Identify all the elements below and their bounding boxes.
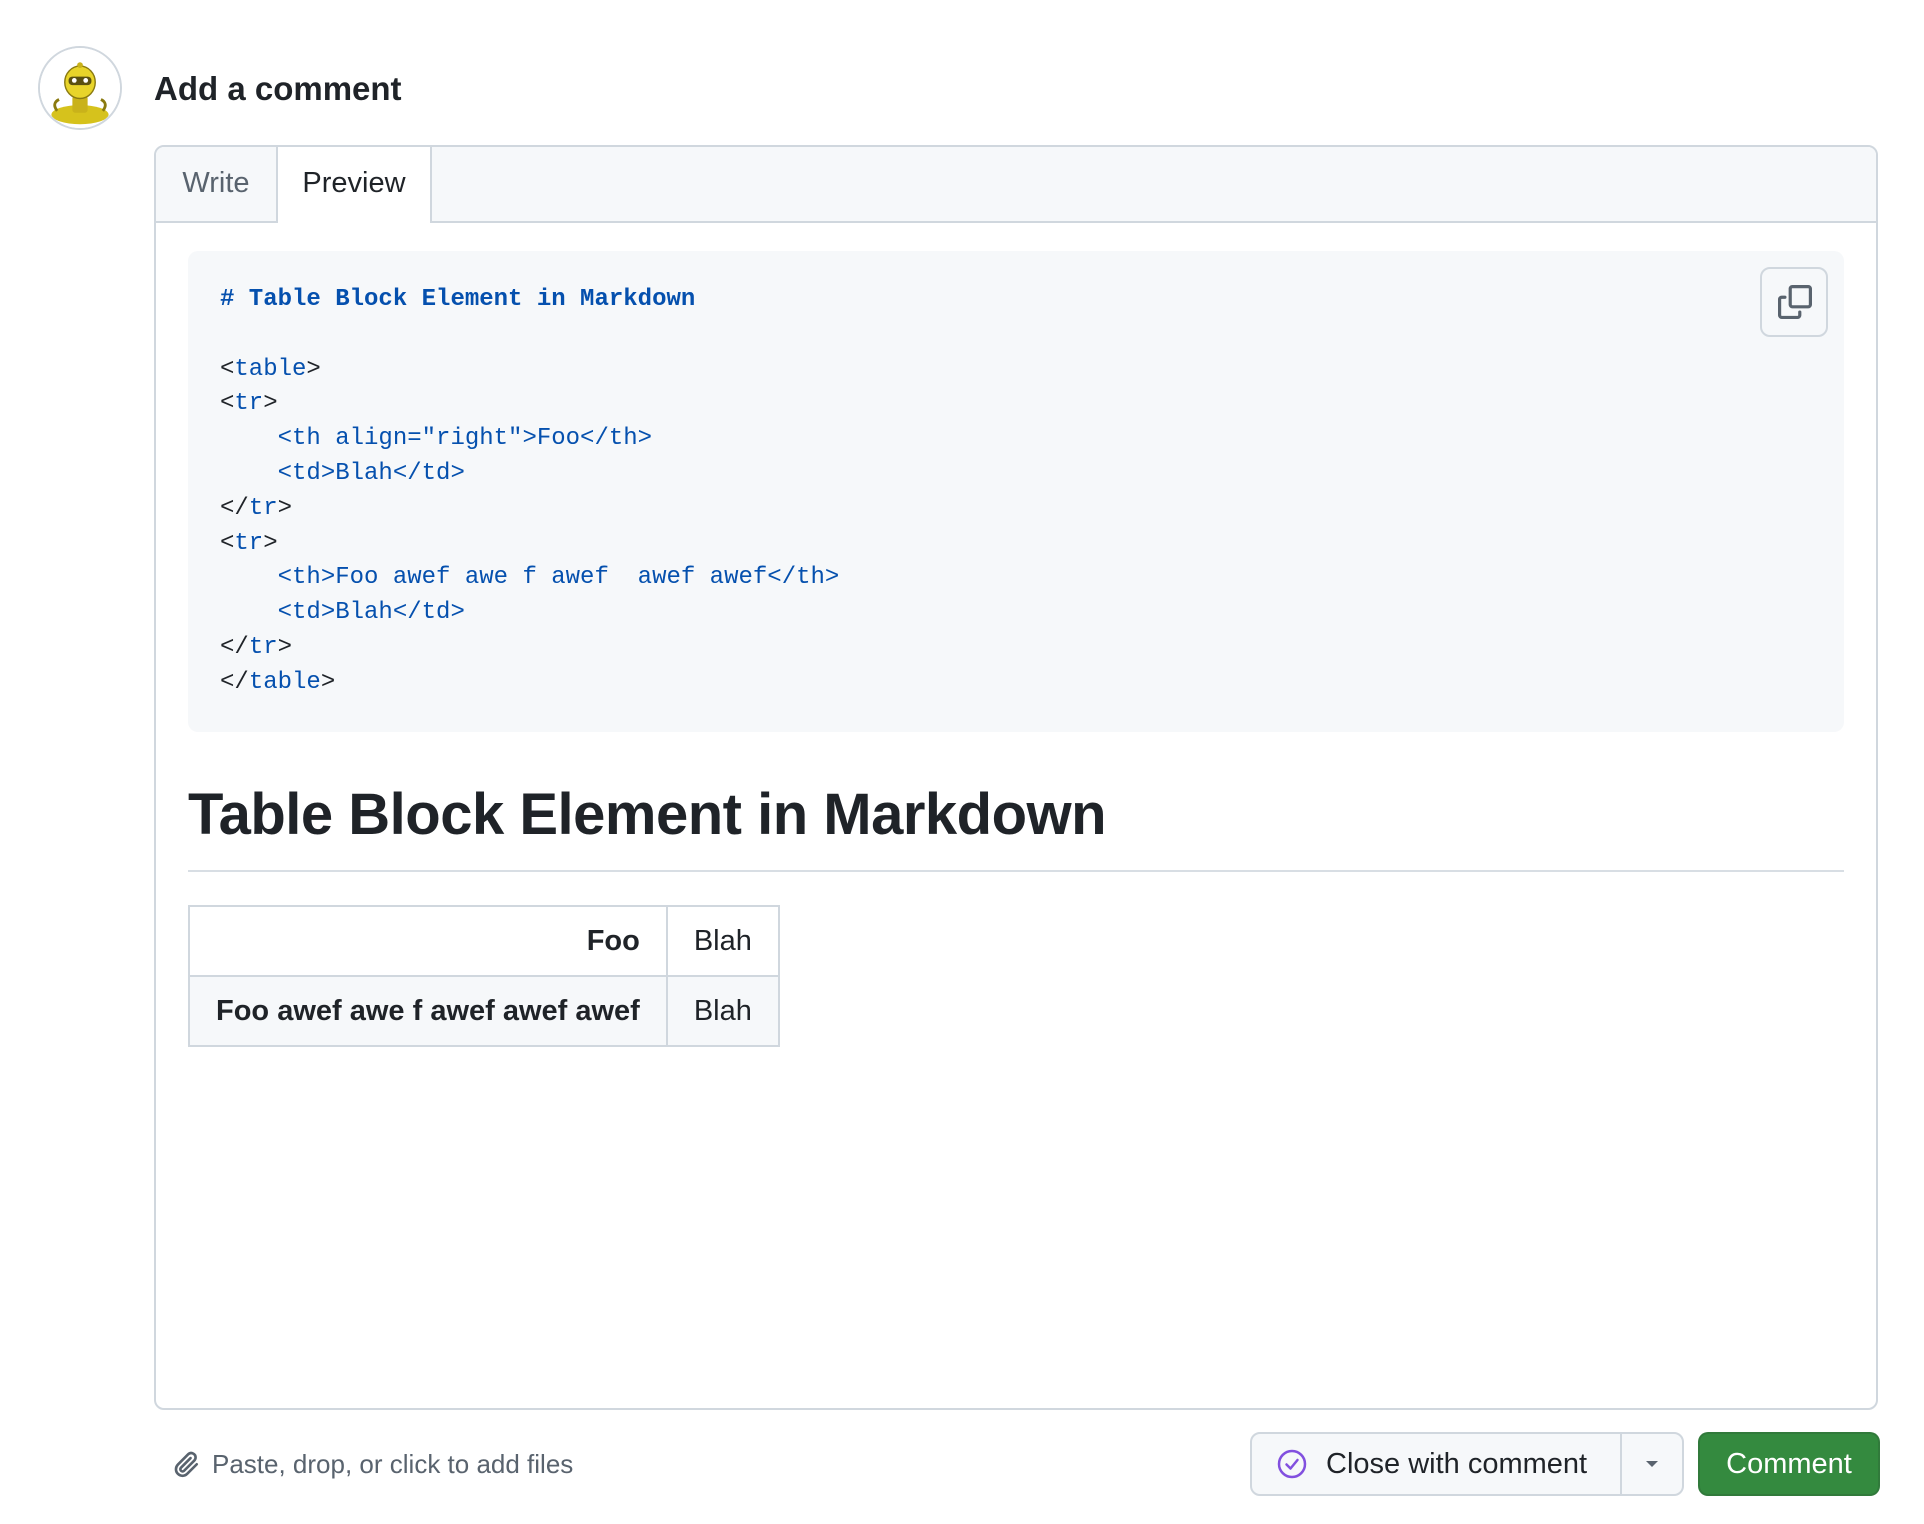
code-line: <td>Blah</td>: [220, 459, 465, 487]
check-circle-icon: [1277, 1449, 1307, 1479]
code-tag: table: [248, 668, 321, 696]
code-punct: <: [220, 390, 235, 418]
code-line: <td>Blah</td>: [220, 599, 465, 627]
copy-code-button[interactable]: [1760, 267, 1828, 337]
code-punct: >: [277, 494, 293, 522]
code-content: # Table Block Element in Markdown <table>…: [220, 283, 839, 701]
tab-preview[interactable]: Preview: [278, 147, 432, 223]
code-line: # Table Block Element in Markdown: [220, 286, 696, 313]
preview-heading: Table Block Element in Markdown: [188, 782, 1107, 847]
code-block: # Table Block Element in Markdown <table>…: [188, 251, 1844, 732]
code-punct: </: [220, 494, 249, 522]
heading-divider: [188, 870, 1844, 872]
attach-files-label: Paste, drop, or click to add files: [212, 1449, 574, 1479]
code-line: <th>Foo awef awe f awef awef awef</th>: [220, 564, 840, 592]
table-header-cell: Foo: [188, 905, 668, 977]
preview-table: Foo Blah Foo awef awe f awef awef awef B…: [188, 905, 780, 1047]
triangle-down-icon: [1646, 1461, 1658, 1467]
robot-avatar-icon: [40, 48, 120, 128]
copy-icon: [1778, 285, 1812, 319]
code-line: <tr>: [220, 527, 839, 562]
code-line: </table>: [220, 666, 839, 701]
tab-write[interactable]: Write: [156, 147, 278, 221]
code-tag: tr: [248, 633, 278, 661]
code-punct: </: [220, 668, 249, 696]
code-line: </tr>: [220, 492, 839, 527]
table-cell: Blah: [665, 975, 780, 1047]
editor-tabbar: Write Preview: [156, 147, 1876, 223]
table-header-cell: Foo awef awe f awef awef awef: [188, 975, 668, 1047]
code-tag: tr: [234, 390, 264, 418]
comment-editor: Write Preview # Table Block Element in M…: [154, 145, 1878, 1410]
table-cell: Blah: [665, 905, 780, 977]
avatar[interactable]: [38, 46, 122, 130]
code-line: <tr>: [220, 387, 839, 422]
code-punct: >: [306, 355, 321, 383]
close-options-dropdown[interactable]: [1622, 1434, 1682, 1494]
comment-composer: Add a comment Write Preview # Table Bloc…: [0, 0, 1924, 1524]
code-line: <th align="right">Foo</th>: [220, 425, 653, 453]
code-line: </tr>: [220, 631, 839, 666]
close-with-comment-label: Close with comment: [1326, 1448, 1588, 1480]
comment-button[interactable]: Comment: [1698, 1432, 1880, 1496]
code-tag: tr: [234, 529, 264, 557]
code-punct: <: [220, 355, 235, 383]
code-line: <table>: [220, 353, 839, 388]
code-punct: >: [263, 390, 278, 418]
code-punct: <: [220, 529, 235, 557]
table-row: Foo awef awe f awef awef awef Blah: [188, 975, 780, 1047]
code-punct: >: [277, 633, 293, 661]
close-with-comment-button[interactable]: Close with comment: [1252, 1434, 1622, 1494]
close-with-comment-group: Close with comment: [1250, 1432, 1684, 1496]
code-punct: </: [220, 633, 249, 661]
code-tag: table: [234, 355, 307, 383]
table-row: Foo Blah: [188, 905, 780, 977]
code-punct: >: [263, 529, 278, 557]
code-punct: >: [320, 668, 336, 696]
code-tag: tr: [248, 494, 278, 522]
comment-heading: Add a comment: [154, 70, 402, 107]
paperclip-icon: [174, 1451, 199, 1478]
